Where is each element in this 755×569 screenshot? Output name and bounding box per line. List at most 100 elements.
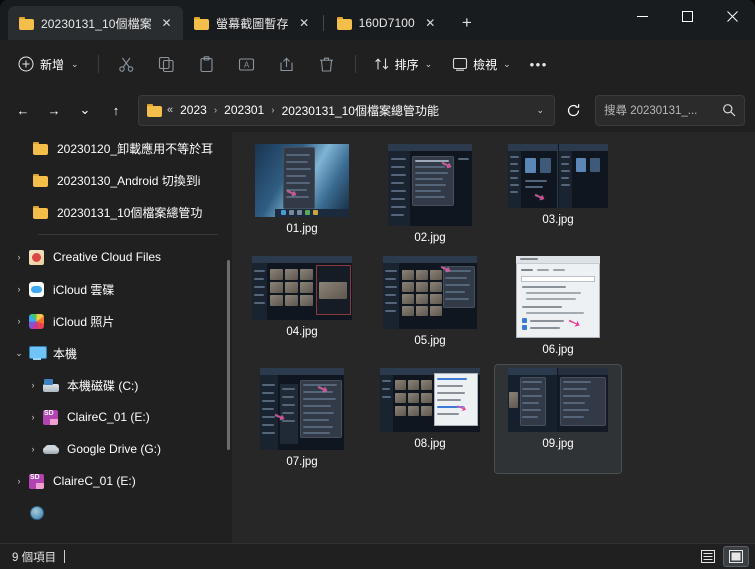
- sort-button[interactable]: 排序 ⌄: [365, 48, 442, 80]
- search-input[interactable]: 搜尋 20230131_...: [604, 102, 716, 118]
- view-button[interactable]: 檢視 ⌄: [443, 48, 520, 80]
- file-item-01[interactable]: ➘ 01.jpg: [238, 140, 366, 250]
- cut-button[interactable]: [108, 48, 146, 80]
- hard-disk-icon: [42, 377, 59, 393]
- close-button[interactable]: [710, 0, 755, 32]
- file-item-02[interactable]: ➘ 02.jpg: [366, 140, 494, 250]
- breadcrumb-item-0[interactable]: 2023: [177, 101, 210, 119]
- tab-0[interactable]: 20230131_10個檔案 ✕: [8, 6, 183, 40]
- sidebar-item-icloud-drive[interactable]: › iCloud 雲碟: [0, 273, 232, 305]
- folder-icon: [147, 103, 162, 117]
- item-count-label: 9 個項目: [12, 551, 57, 564]
- sidebar-folder-0[interactable]: 20230120_卸載應用不等於耳: [0, 132, 232, 164]
- address-dropdown-icon[interactable]: ⌄: [532, 105, 548, 116]
- chevron-right-icon[interactable]: ›: [10, 476, 28, 486]
- refresh-button[interactable]: [558, 95, 588, 125]
- sidebar-item-clairec01-e-2[interactable]: › ClaireC_01 (E:): [0, 465, 232, 497]
- sidebar-folder-1[interactable]: 20230130_Android 切換到i: [0, 164, 232, 196]
- maximize-button[interactable]: [665, 0, 710, 32]
- title-bar: 20230131_10個檔案 ✕ 螢幕截圖暫存 ✕ 160D7100 ✕ +: [0, 0, 755, 40]
- minimize-button[interactable]: [620, 0, 665, 32]
- chevron-right-icon[interactable]: ›: [10, 316, 28, 326]
- breadcrumb-overflow[interactable]: «: [166, 104, 174, 116]
- more-options-button[interactable]: •••: [522, 48, 556, 80]
- sidebar-item-clairec01-e-1[interactable]: › ClaireC_01 (E:): [0, 401, 232, 433]
- tab-title: 160D7100: [358, 16, 415, 30]
- folder-icon: [194, 16, 209, 30]
- file-item-06[interactable]: ➘ 06.jpg: [494, 252, 622, 362]
- sidebar-item-creative-cloud-files[interactable]: › Creative Cloud Files: [0, 241, 232, 273]
- sidebar-scrollbar[interactable]: [227, 260, 230, 450]
- close-icon[interactable]: ✕: [158, 15, 175, 32]
- sidebar-item-label: Google Drive (G:): [67, 442, 162, 456]
- rename-button[interactable]: A: [228, 48, 266, 80]
- status-info: 9 個項目: [12, 549, 66, 565]
- new-tab-button[interactable]: +: [453, 9, 481, 37]
- close-icon[interactable]: ✕: [422, 15, 439, 32]
- view-icon: [453, 57, 468, 71]
- tab-strip: 20230131_10個檔案 ✕ 螢幕截圖暫存 ✕ 160D7100 ✕ +: [0, 0, 620, 40]
- new-button-label: 新增: [40, 57, 65, 72]
- file-name: 09.jpg: [542, 438, 574, 450]
- sidebar-item-icloud-photos[interactable]: › iCloud 照片: [0, 305, 232, 337]
- sidebar-item-network-partial[interactable]: [0, 497, 232, 529]
- file-item-03[interactable]: ➘ 03.jpg: [494, 140, 622, 250]
- large-icons-view-button[interactable]: [723, 546, 749, 567]
- navigation-pane[interactable]: 20230120_卸載應用不等於耳 20230130_Android 切換到i …: [0, 132, 232, 543]
- sd-card-icon: [28, 473, 45, 489]
- chevron-right-icon[interactable]: ›: [10, 252, 28, 262]
- chevron-right-icon[interactable]: ›: [24, 412, 42, 422]
- file-item-09[interactable]: 09.jpg: [494, 364, 622, 474]
- recent-locations-button[interactable]: ⌄: [70, 95, 100, 125]
- details-view-icon: [701, 550, 715, 563]
- sidebar-item-local-disk-c[interactable]: › 本機磁碟 (C:): [0, 369, 232, 401]
- copy-icon: [159, 56, 174, 72]
- breadcrumb-item-2[interactable]: 20230131_10個檔案總管功能: [279, 100, 442, 121]
- file-list-pane[interactable]: ➘ 01.jpg ➘ 02.jpg ➘ 03.jpg 04.jpg ➘ 05.j…: [232, 132, 755, 543]
- thumbnail: ➘: [516, 256, 600, 338]
- address-bar[interactable]: « 2023 › 202301 › 20230131_10個檔案總管功能 ⌄: [138, 94, 555, 126]
- view-toggle-group: [695, 546, 749, 567]
- close-icon[interactable]: ✕: [296, 15, 313, 32]
- file-item-04[interactable]: 04.jpg: [238, 252, 366, 362]
- svg-text:A: A: [244, 60, 250, 69]
- file-explorer-window: 20230131_10個檔案 ✕ 螢幕截圖暫存 ✕ 160D7100 ✕ + 新…: [0, 0, 755, 569]
- toolbar-divider: [354, 55, 356, 73]
- file-item-07[interactable]: ➘ ➘ 07.jpg: [238, 364, 366, 474]
- file-item-05[interactable]: ➘ 05.jpg: [366, 252, 494, 362]
- chevron-right-icon[interactable]: ›: [24, 444, 42, 454]
- back-button[interactable]: ←: [8, 95, 38, 125]
- chevron-down-icon[interactable]: ⌄: [10, 348, 28, 359]
- thumbnail: [252, 256, 352, 320]
- new-button[interactable]: 新增 ⌄: [10, 48, 89, 80]
- paste-button[interactable]: [188, 48, 226, 80]
- tab-2[interactable]: 160D7100 ✕: [326, 6, 447, 40]
- tab-1[interactable]: 螢幕截圖暫存 ✕: [183, 6, 321, 40]
- sidebar-item-google-drive-g[interactable]: › Google Drive (G:): [0, 433, 232, 465]
- sidebar-item-label: 20230120_卸載應用不等於耳: [57, 141, 214, 156]
- share-icon: [280, 56, 293, 71]
- chevron-right-icon[interactable]: ›: [24, 380, 42, 390]
- sidebar-item-label: Creative Cloud Files: [53, 250, 162, 264]
- sidebar-item-label: ClaireC_01 (E:): [53, 474, 136, 488]
- file-name: 04.jpg: [286, 326, 318, 338]
- sidebar-item-this-pc[interactable]: ⌄ 本機: [0, 337, 232, 369]
- folder-icon: [32, 172, 49, 188]
- details-view-button[interactable]: [695, 546, 721, 567]
- breadcrumb-separator: ›: [213, 104, 218, 116]
- tab-title: 螢幕截圖暫存: [216, 16, 289, 31]
- delete-button[interactable]: [308, 48, 346, 80]
- file-name: 07.jpg: [286, 456, 318, 468]
- up-button[interactable]: ↑: [101, 95, 131, 125]
- file-item-08[interactable]: ➘ 08.jpg: [366, 364, 494, 474]
- folder-icon: [32, 140, 49, 156]
- chevron-right-icon[interactable]: ›: [10, 284, 28, 294]
- search-box[interactable]: 搜尋 20230131_...: [595, 94, 745, 126]
- breadcrumb-separator: ›: [271, 104, 275, 116]
- thumbnail: ➘ ➘: [260, 368, 344, 450]
- breadcrumb-item-1[interactable]: 202301: [221, 101, 267, 119]
- sidebar-folder-2[interactable]: 20230131_10個檔案總管功: [0, 196, 232, 228]
- copy-button[interactable]: [148, 48, 186, 80]
- forward-button[interactable]: →: [39, 95, 69, 125]
- share-button[interactable]: [268, 48, 306, 80]
